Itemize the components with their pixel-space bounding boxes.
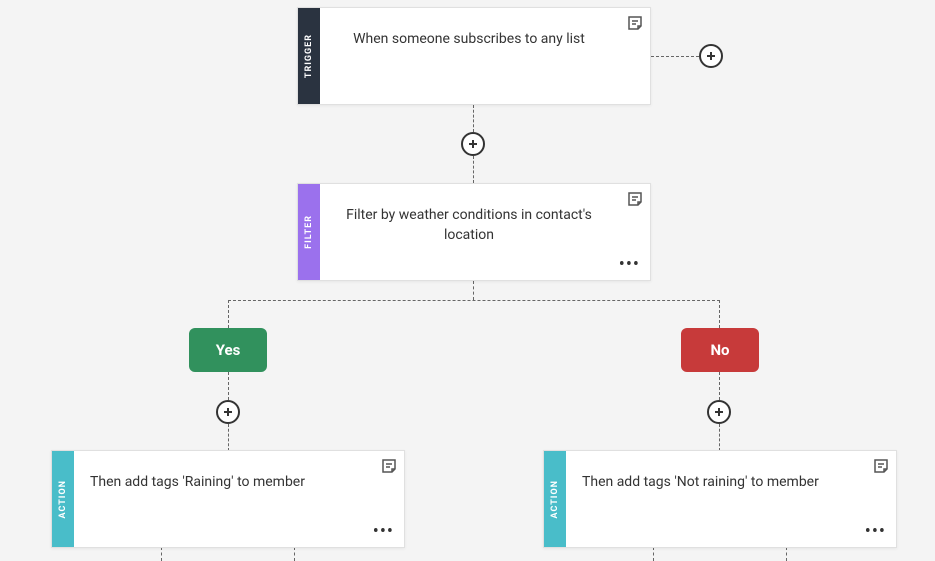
action-no-text: Then add tags 'Not raining' to member xyxy=(582,473,848,493)
connector xyxy=(228,300,720,301)
connector xyxy=(786,547,787,561)
connector xyxy=(719,300,720,328)
action-no-node[interactable]: ACTION Then add tags 'Not raining' to me… xyxy=(543,450,897,548)
add-after-trigger-below[interactable] xyxy=(461,132,485,156)
connector xyxy=(473,156,474,183)
note-icon[interactable] xyxy=(626,14,644,32)
branch-yes[interactable]: Yes xyxy=(189,328,267,372)
more-icon[interactable]: ••• xyxy=(865,523,886,541)
connector xyxy=(653,547,654,561)
filter-node[interactable]: FILTER Filter by weather conditions in c… xyxy=(297,183,651,281)
connector xyxy=(161,547,162,561)
add-after-no[interactable] xyxy=(707,400,731,424)
action-yes-text: Then add tags 'Raining' to member xyxy=(90,473,356,493)
more-icon[interactable]: ••• xyxy=(373,523,394,541)
action-tab: ACTION xyxy=(544,451,566,547)
filter-text: Filter by weather conditions in contact'… xyxy=(336,206,602,245)
connector xyxy=(719,424,720,451)
connector xyxy=(651,56,699,57)
connector xyxy=(473,281,474,300)
note-icon[interactable] xyxy=(380,457,398,475)
connector xyxy=(294,547,295,561)
note-icon[interactable] xyxy=(872,457,890,475)
trigger-text: When someone subscribes to any list xyxy=(336,30,602,50)
add-after-yes[interactable] xyxy=(216,400,240,424)
connector xyxy=(473,105,474,132)
trigger-node[interactable]: TRIGGER When someone subscribes to any l… xyxy=(297,7,651,105)
connector xyxy=(228,424,229,451)
connector xyxy=(228,372,229,400)
note-icon[interactable] xyxy=(626,190,644,208)
connector xyxy=(228,300,229,328)
add-after-trigger-right[interactable] xyxy=(699,44,723,68)
connector xyxy=(719,372,720,400)
action-tab: ACTION xyxy=(52,451,74,547)
action-yes-node[interactable]: ACTION Then add tags 'Raining' to member… xyxy=(51,450,405,548)
more-icon[interactable]: ••• xyxy=(619,256,640,274)
branch-no[interactable]: No xyxy=(681,328,759,372)
filter-tab: FILTER xyxy=(298,184,320,280)
trigger-tab: TRIGGER xyxy=(298,8,320,104)
